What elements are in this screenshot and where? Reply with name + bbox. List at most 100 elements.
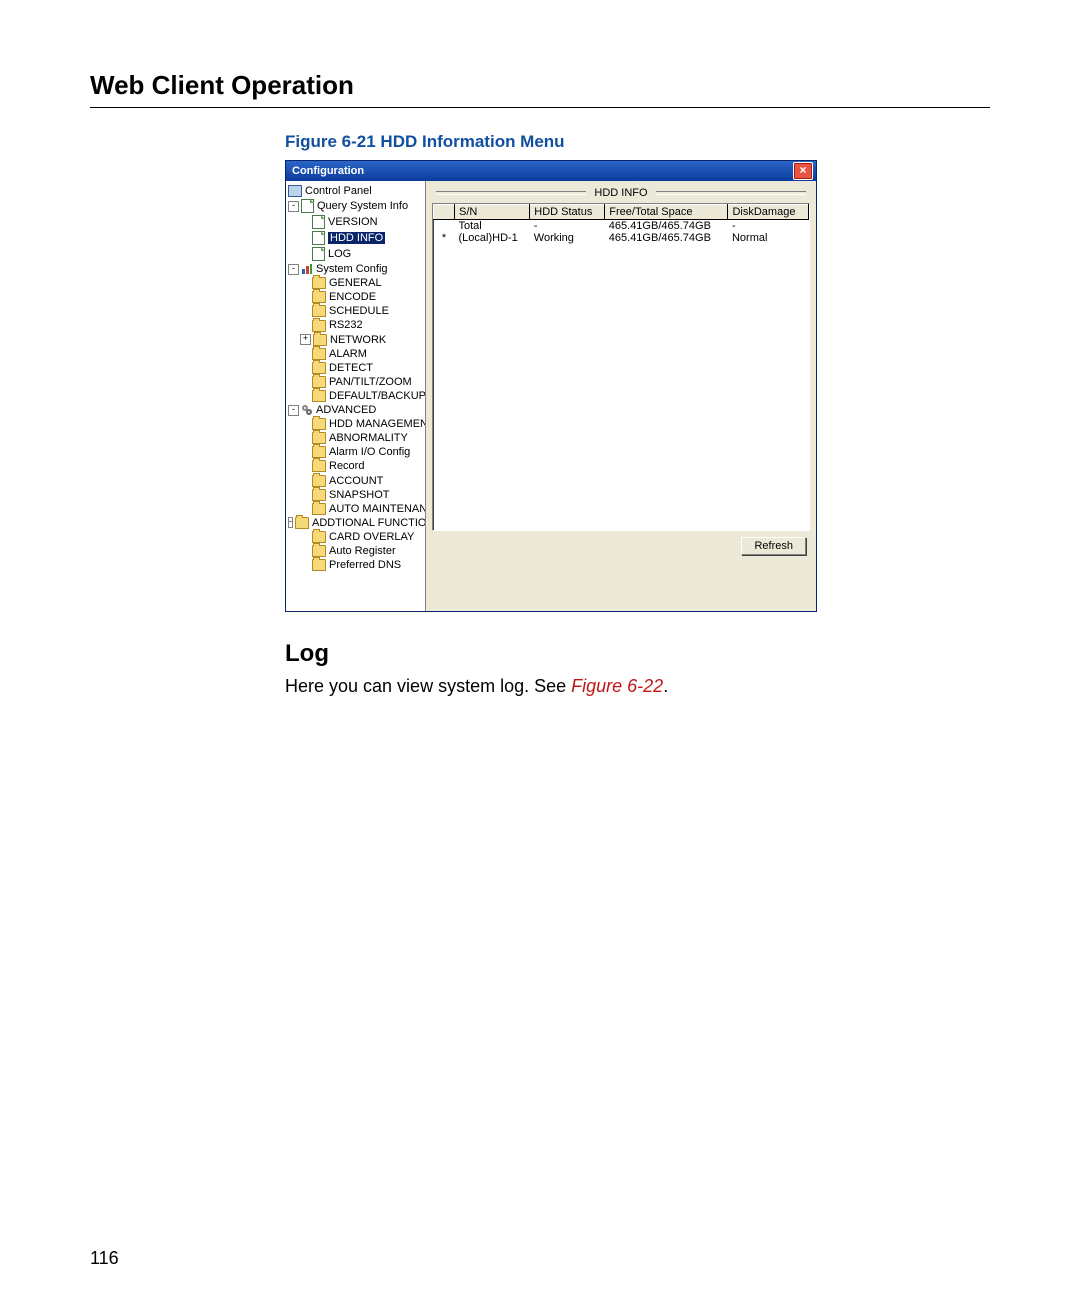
col-blank[interactable]	[434, 205, 455, 220]
tree-default-backup[interactable]: DEFAULT/BACKUP	[288, 389, 423, 403]
folder-icon	[312, 376, 326, 388]
tree-query-system-info[interactable]: - Query System Info	[288, 198, 423, 214]
folder-icon	[312, 503, 326, 515]
col-space[interactable]: Free/Total Space	[605, 205, 728, 220]
cell-damage: -	[728, 220, 809, 233]
tree-rs232[interactable]: RS232	[288, 318, 423, 332]
tree-record[interactable]: Record	[288, 459, 423, 473]
body-text-pre: Here you can view system log. See	[285, 676, 571, 696]
tree-hdd-info[interactable]: HDD INFO	[288, 230, 423, 246]
tree-version[interactable]: VERSION	[288, 214, 423, 230]
folder-icon	[312, 475, 326, 487]
titlebar: Configuration ×	[286, 161, 816, 181]
hdd-table-area: S/N HDD Status Free/Total Space DiskDama…	[432, 203, 810, 531]
col-damage[interactable]: DiskDamage	[728, 205, 809, 220]
log-subheading: Log	[285, 640, 990, 668]
tree-card-overlay[interactable]: CARD OVERLAY	[288, 530, 423, 544]
figure-caption: Figure 6-21 HDD Information Menu	[285, 132, 990, 152]
folder-icon	[312, 362, 326, 374]
col-status[interactable]: HDD Status	[530, 205, 605, 220]
collapse-icon[interactable]: -	[288, 201, 299, 212]
folder-icon	[312, 418, 326, 430]
hdd-table: S/N HDD Status Free/Total Space DiskDama…	[433, 204, 809, 244]
tree-label: NETWORK	[330, 334, 386, 346]
tree-label-selected: HDD INFO	[328, 232, 385, 244]
tree-advanced[interactable]: - ADVANCED	[288, 403, 423, 417]
col-sn[interactable]: S/N	[455, 205, 530, 220]
tree-auto-register[interactable]: Auto Register	[288, 544, 423, 558]
folder-icon	[312, 531, 326, 543]
cell-sn: (Local)HD-1	[455, 232, 530, 244]
content-pane: HDD INFO S/N HDD Status Free/Total Space…	[426, 181, 816, 611]
close-icon: ×	[799, 164, 806, 177]
folder-icon	[313, 334, 327, 346]
folder-icon	[312, 390, 326, 402]
refresh-button[interactable]: Refresh	[741, 537, 806, 555]
folder-icon	[312, 460, 326, 472]
tree-label: Record	[329, 460, 364, 472]
body-text-post: .	[663, 676, 668, 696]
note-icon	[301, 199, 314, 213]
table-row[interactable]: Total - 465.41GB/465.74GB -	[434, 220, 809, 233]
tree-ptz[interactable]: PAN/TILT/ZOOM	[288, 375, 423, 389]
note-icon	[312, 231, 325, 245]
tree-label: Auto Register	[329, 545, 396, 557]
tree-system-config[interactable]: - System Config	[288, 262, 423, 276]
tree-network[interactable]: + NETWORK	[288, 333, 423, 347]
folder-icon	[312, 348, 326, 360]
tree-label: SCHEDULE	[329, 305, 389, 317]
tree-label: ALARM	[329, 348, 367, 360]
tree-label: System Config	[316, 263, 388, 275]
collapse-icon[interactable]: -	[288, 405, 299, 416]
page-number: 116	[90, 1248, 119, 1269]
note-icon	[312, 247, 325, 261]
tree-label: VERSION	[328, 216, 378, 228]
folder-icon	[312, 545, 326, 557]
tree-preferred-dns[interactable]: Preferred DNS	[288, 558, 423, 572]
tree-label: HDD MANAGEMENT	[329, 418, 426, 430]
tree-control-panel[interactable]: Control Panel	[288, 184, 423, 198]
tree-label: CARD OVERLAY	[329, 531, 414, 543]
folder-icon	[312, 489, 326, 501]
tree-encode[interactable]: ENCODE	[288, 290, 423, 304]
tree-abnormality[interactable]: ABNORMALITY	[288, 431, 423, 445]
collapse-icon[interactable]: -	[288, 517, 293, 528]
tree-hdd-management[interactable]: HDD MANAGEMENT	[288, 417, 423, 431]
window-title: Configuration	[292, 165, 364, 177]
folder-icon	[312, 559, 326, 571]
tree-log[interactable]: LOG	[288, 246, 423, 262]
tree-snapshot[interactable]: SNAPSHOT	[288, 488, 423, 502]
page-heading: Web Client Operation	[90, 70, 990, 108]
tools-icon	[301, 263, 313, 275]
gears-icon	[301, 404, 313, 416]
tree-label: Alarm I/O Config	[329, 446, 410, 458]
tree-label: ACCOUNT	[329, 475, 383, 487]
tree-general[interactable]: GENERAL	[288, 276, 423, 290]
cell-status: -	[530, 220, 605, 233]
tree-label: SNAPSHOT	[329, 489, 390, 501]
tree-label: Control Panel	[305, 185, 372, 197]
tree-label: ADVANCED	[316, 404, 376, 416]
tree-auto-maintenance[interactable]: AUTO MAINTENANCE	[288, 502, 423, 516]
collapse-icon[interactable]: -	[288, 264, 299, 275]
folder-icon	[312, 432, 326, 444]
tree-account[interactable]: ACCOUNT	[288, 474, 423, 488]
tree-alarm[interactable]: ALARM	[288, 347, 423, 361]
tree-additional-function[interactable]: - ADDTIONAL FUNCTION	[288, 516, 423, 530]
tree-label: GENERAL	[329, 277, 382, 289]
expand-icon[interactable]: +	[300, 334, 311, 345]
folder-icon	[312, 305, 326, 317]
tree-detect[interactable]: DETECT	[288, 361, 423, 375]
folder-icon	[312, 277, 326, 289]
tree-label: ABNORMALITY	[329, 432, 408, 444]
tree-schedule[interactable]: SCHEDULE	[288, 304, 423, 318]
tree-label: ENCODE	[329, 291, 376, 303]
close-button[interactable]: ×	[793, 162, 813, 180]
tree-label: Preferred DNS	[329, 559, 401, 571]
tree-label: DEFAULT/BACKUP	[329, 390, 426, 402]
tree-alarm-io[interactable]: Alarm I/O Config	[288, 445, 423, 459]
table-row[interactable]: * (Local)HD-1 Working 465.41GB/465.74GB …	[434, 232, 809, 244]
tree-label: LOG	[328, 248, 351, 260]
tree-label: RS232	[329, 319, 363, 331]
cell-damage: Normal	[728, 232, 809, 244]
